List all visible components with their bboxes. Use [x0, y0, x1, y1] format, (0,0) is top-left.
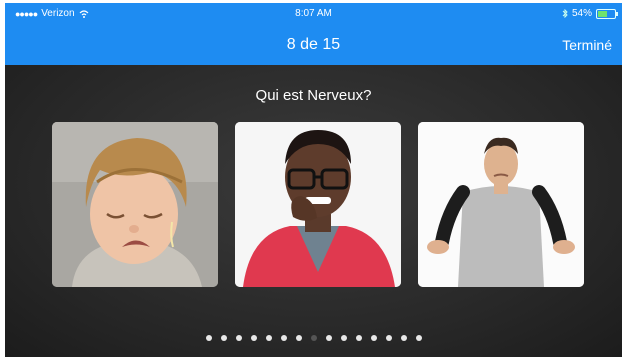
status-bar: ●●●●● Verizon 8:07 AM 54% — [5, 8, 622, 24]
page-dot-current — [310, 335, 317, 341]
page-dot — [250, 335, 257, 341]
navigation-bar: ●●●●● Verizon 8:07 AM 54% 8 de 15 Termin… — [5, 3, 622, 65]
title-row: 8 de 15 Terminé — [5, 33, 622, 57]
battery-percent: 54% — [571, 8, 592, 19]
page-dot — [220, 335, 227, 341]
page-dot — [400, 335, 407, 341]
page-dot — [295, 335, 302, 341]
page-dot — [415, 335, 422, 341]
page-dot — [235, 335, 242, 341]
clock: 8:07 AM — [295, 8, 332, 19]
page-indicator — [5, 335, 622, 341]
answer-option-1[interactable] — [52, 122, 218, 287]
page-dot — [370, 335, 377, 341]
question-text: Qui est Nerveux? — [255, 87, 372, 104]
answer-option-2[interactable] — [235, 122, 401, 287]
nervous-young-man-photo — [235, 122, 401, 287]
bluetooth-icon — [562, 9, 568, 18]
done-button[interactable]: Terminé — [562, 37, 612, 53]
crying-boy-photo — [52, 122, 218, 287]
battery-icon — [596, 8, 618, 19]
app-screen: ●●●●● Verizon 8:07 AM 54% 8 de 15 Termin… — [0, 0, 627, 361]
battery-area: 54% — [562, 8, 618, 19]
page-dot — [340, 335, 347, 341]
page-title: 8 de 15 — [286, 36, 341, 53]
answer-option-3[interactable] — [418, 122, 584, 287]
page-dot — [280, 335, 287, 341]
page-dot — [355, 335, 362, 341]
page-dot — [325, 335, 332, 341]
page-dot — [205, 335, 212, 341]
page-dot — [385, 335, 392, 341]
page-dot — [265, 335, 272, 341]
shrugging-man-photo — [418, 122, 584, 287]
quiz-area: Qui est Nerveux? — [5, 65, 622, 357]
battery-fill — [598, 10, 607, 17]
